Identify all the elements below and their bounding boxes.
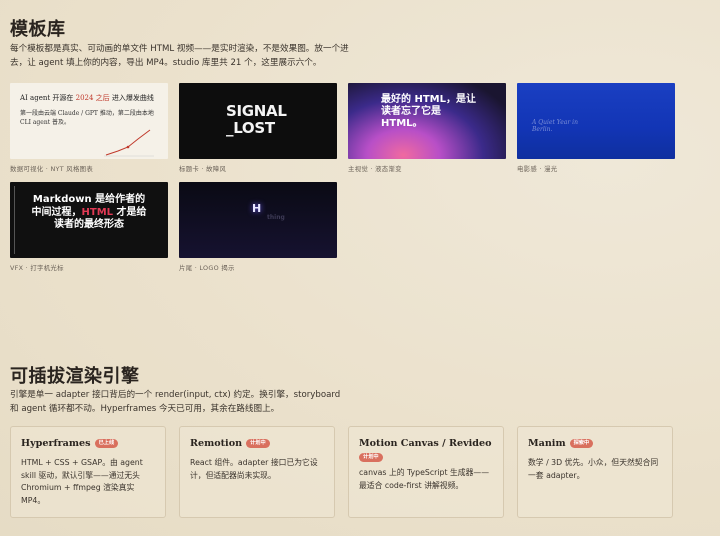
template-card-vfx[interactable]: Markdown 是给作者的中间过程，HTML 才是给读者的最终形态 VFX ·… xyxy=(10,182,168,272)
trend-line-icon xyxy=(104,129,154,157)
adapter-card-motion-canvas[interactable]: Motion Canvas / Revideo 计划中 canvas 上的 Ty… xyxy=(348,426,504,518)
thumb-headline: 最好的 HTML，是让读者忘了它是 HTML。 xyxy=(381,94,476,129)
template-thumbnail[interactable]: SIGNAL _LOST xyxy=(179,83,337,159)
template-caption: 电影感 · 漫光 xyxy=(517,165,558,173)
template-thumbnail[interactable]: A Quiet Year in Berlin. xyxy=(517,83,675,159)
adapter-header: Hyperframes 已上线 xyxy=(21,438,155,449)
template-card-title-card[interactable]: SIGNAL _LOST 标题卡 · 故障风 xyxy=(179,83,337,173)
adapter-description: canvas 上的 TypeScript 生成器——最适合 code-first… xyxy=(359,468,489,490)
adapter-description: 数学 / 3D 优先。小众，但天然契合同一套 adapter。 xyxy=(528,458,659,480)
adapter-name: Motion Canvas / Revideo xyxy=(359,438,492,449)
adapter-description: React 组件。adapter 接口已为它设计，但适配器尚未实现。 xyxy=(190,458,318,480)
thumb-text: _LOST xyxy=(226,119,275,137)
template-card-cinematic[interactable]: A Quiet Year in Berlin. 电影感 · 漫光 xyxy=(517,83,675,173)
adapter-name: Manim xyxy=(528,438,566,449)
section-description-engines: 引擎是单一 adapter 接口背后的一个 render(input, ctx)… xyxy=(10,390,341,414)
template-caption: 片尾 · LOGO 揭示 xyxy=(179,264,235,272)
thumb-text-highlight: 2024 xyxy=(75,94,94,102)
template-caption: VFX · 打字机光标 xyxy=(10,264,64,272)
adapter-header: Remotion 计划中 xyxy=(190,438,324,449)
thumb-ghost-text: thing xyxy=(267,214,285,221)
status-badge: 探索中 xyxy=(569,439,594,448)
template-caption: 标题卡 · 故障风 xyxy=(179,165,227,173)
section-title-templates: 模板库 xyxy=(10,19,66,40)
thumb-text: SIGNAL xyxy=(226,102,287,120)
thumb-text-accent: HTML xyxy=(81,206,114,218)
adapter-description: HTML + CSS + GSAP。由 agent skill 驱动，默认引擎—… xyxy=(21,458,143,505)
thumb-headline: Markdown 是给作者的中间过程，HTML 才是给读者的最终形态 xyxy=(30,194,148,232)
logo-glyph: H xyxy=(252,202,262,215)
template-card-dataviz[interactable]: AI agent 开源在 2024 之后 进入爆发曲线 第一段由云端 Claud… xyxy=(10,83,168,173)
template-caption: 数据可视化 · NYT 风格图表 xyxy=(10,165,94,173)
adapter-card-manim[interactable]: Manim 探索中 数学 / 3D 优先。小众，但天然契合同一套 adapter… xyxy=(517,426,673,518)
thumb-headline: A Quiet Year in Berlin. xyxy=(532,119,578,133)
adapter-header: Manim 探索中 xyxy=(528,438,662,449)
adapter-header: Motion Canvas / Revideo 计划中 xyxy=(359,438,493,462)
template-card-outro[interactable]: H thing 片尾 · LOGO 揭示 xyxy=(179,182,337,272)
template-caption: 主视觉 · 液态渐变 xyxy=(348,165,402,173)
template-thumbnail[interactable]: Markdown 是给作者的中间过程，HTML 才是给读者的最终形态 xyxy=(10,182,168,258)
status-badge: 计划中 xyxy=(359,453,383,462)
thumb-headline: AI agent 开源在 2024 之后 进入爆发曲线 xyxy=(20,93,154,103)
thumb-subline: 第一段由云端 Claude / GPT 推动，第二段由本地 CLI agent … xyxy=(20,110,154,126)
adapter-card-hyperframes[interactable]: Hyperframes 已上线 HTML + CSS + GSAP。由 agen… xyxy=(10,426,166,518)
thumb-text: AI agent 开源在 xyxy=(20,94,76,102)
template-card-hero[interactable]: 最好的 HTML，是让读者忘了它是 HTML。 主视觉 · 液态渐变 xyxy=(348,83,506,173)
section-title-engines: 可插拔渲染引擎 xyxy=(10,366,140,387)
section-description-templates: 每个模板都是真实、可动画的单文件 HTML 视频——是实时渲染，不是效果图。放一… xyxy=(10,44,349,68)
status-badge: 计划中 xyxy=(246,439,270,448)
adapter-name: Remotion xyxy=(190,438,243,449)
thumb-text-highlight: 之后 xyxy=(93,94,110,102)
adapter-name: Hyperframes xyxy=(21,438,91,449)
template-thumbnail[interactable]: AI agent 开源在 2024 之后 进入爆发曲线 第一段由云端 Claud… xyxy=(10,83,168,159)
adapter-card-remotion[interactable]: Remotion 计划中 React 组件。adapter 接口已为它设计，但适… xyxy=(179,426,335,518)
thumb-headline: SIGNAL _LOST xyxy=(226,103,287,137)
template-thumbnail[interactable]: H thing xyxy=(179,182,337,258)
thumb-text: 进入爆发曲线 xyxy=(109,94,154,102)
template-thumbnail[interactable]: 最好的 HTML，是让读者忘了它是 HTML。 xyxy=(348,83,506,159)
cursor-bar xyxy=(14,186,15,254)
status-badge: 已上线 xyxy=(94,439,119,448)
